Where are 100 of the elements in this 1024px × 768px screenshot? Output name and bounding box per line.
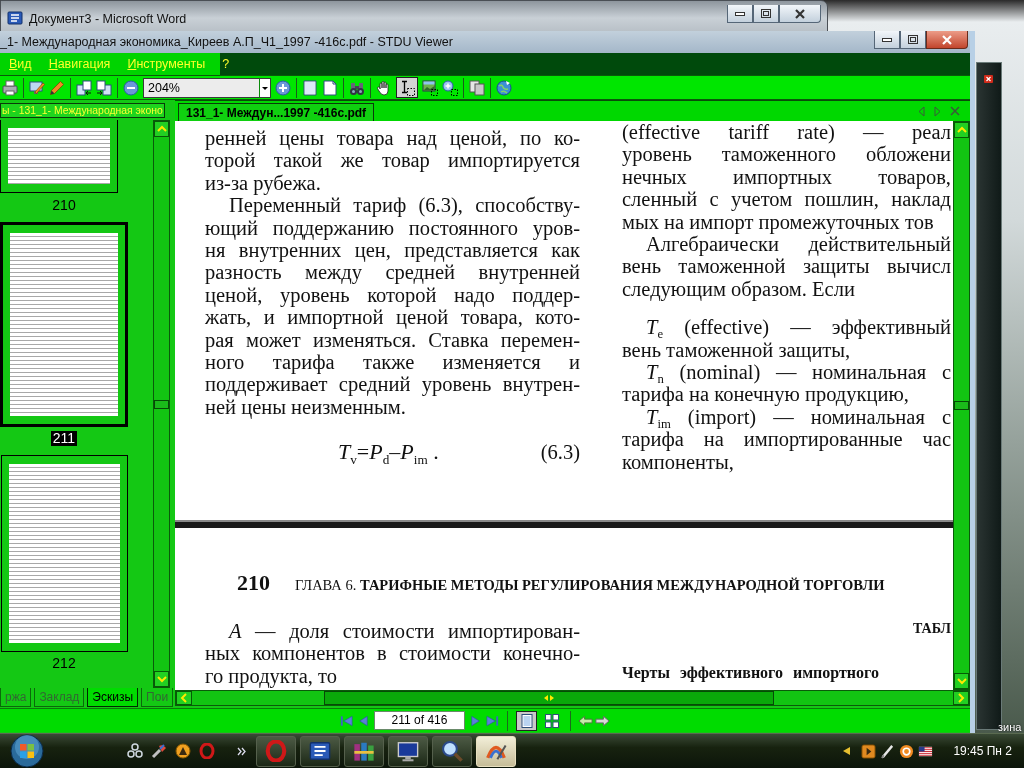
pen-icon[interactable] <box>880 743 896 759</box>
horizontal-scrollbar[interactable] <box>175 690 970 706</box>
pages-arrow-icon <box>96 79 112 96</box>
single-page-icon <box>518 712 535 729</box>
chevron-right-icon <box>957 693 965 703</box>
paragraph: Переменный тариф (6.3), способству- ющий поддержанию постоянного уров- ня внутренних цен, представляется как разность между средней внутренней ценой, уровень которой надо поддер- жать, и импортной ценой товара, кото- рая может изменяться. Ставка перемен- ного тарифа также изменяется и поддерживает средний уровень внутрен- ней цены неизменным. <box>205 194 580 419</box>
single-view-button[interactable] <box>516 710 537 731</box>
scroll-up-button[interactable] <box>154 121 169 137</box>
taskbar-button[interactable] <box>388 735 428 767</box>
clock[interactable]: 19:45 Пн 2 <box>953 744 1012 758</box>
grip-icon <box>544 695 554 701</box>
triangle-right-icon[interactable] <box>934 105 941 117</box>
table-title: Черты эффективного импортного <box>622 663 880 683</box>
vertical-scrollbar[interactable] <box>153 120 170 688</box>
zoom-in-button[interactable] <box>273 77 293 98</box>
zoom-out-button[interactable] <box>121 77 141 98</box>
play-icon[interactable] <box>861 743 877 759</box>
network-icon[interactable] <box>127 743 143 759</box>
equation-number: (6.3) <box>540 440 580 465</box>
scroll-thumb[interactable] <box>324 691 774 705</box>
ring-icon[interactable] <box>199 743 215 759</box>
close-icon <box>941 34 953 45</box>
triangle-disc-icon[interactable] <box>175 743 191 759</box>
window-title: _1- Международная экономика_Киреев А.П_Ч1_1997 -416c.pdf - STDU Viewer <box>0 34 453 51</box>
close-button[interactable] <box>779 5 821 23</box>
scroll-left-button[interactable] <box>176 691 192 705</box>
document-icon <box>7 10 23 26</box>
brush-icon[interactable] <box>151 743 167 759</box>
chevron-left-icon <box>180 693 188 703</box>
close-icon[interactable] <box>950 106 960 116</box>
page-number-label: 210 <box>51 198 77 213</box>
copy-button[interactable] <box>467 77 487 98</box>
formula: T$_{v}$=P$_{d}$–P$_{im}$ . <box>338 440 439 465</box>
vertical-scrollbar[interactable] <box>953 121 970 690</box>
page-number: 210 <box>237 570 271 596</box>
magnifier-icon <box>441 740 463 762</box>
pages-arrow-icon <box>76 79 92 96</box>
paragraph: T$_{n}$ (nominal) — номинальная с тарифа на конечную продукцию, <box>622 361 951 406</box>
minimize-button[interactable] <box>727 5 753 23</box>
caret-icon[interactable] <box>259 78 270 97</box>
scroll-up-button[interactable] <box>954 122 969 138</box>
picture-icon <box>422 79 438 96</box>
scroll-down-button[interactable] <box>154 671 169 687</box>
zoom-in-icon <box>275 79 291 96</box>
scroll-down-button[interactable] <box>954 673 969 689</box>
page-wide-button[interactable] <box>320 77 340 98</box>
monitor-pencil-icon <box>29 79 45 96</box>
snapshot-button[interactable] <box>420 77 440 98</box>
document-tab[interactable]: 131_1- Междун...1997 -416c.pdf <box>178 103 375 121</box>
maximize-icon <box>908 35 918 44</box>
hand-icon <box>376 79 392 96</box>
taskbar-button[interactable] <box>432 735 472 767</box>
page-thumbnail[interactable] <box>0 222 128 427</box>
menu-item[interactable]: ? <box>222 56 230 72</box>
chevron-down-icon <box>956 677 967 685</box>
window-title: Документ3 - Microsoft Word <box>29 11 187 27</box>
page-number-field[interactable]: 211 of 416 <box>374 711 465 730</box>
swirl-icon[interactable] <box>899 743 915 759</box>
double-chevron-icon[interactable] <box>237 746 246 756</box>
minimize-icon <box>735 11 745 16</box>
text-select-button[interactable] <box>396 77 418 98</box>
page-single-button[interactable] <box>300 77 320 98</box>
panel-tab[interactable]: Эскизы <box>87 688 139 707</box>
copy-icon <box>469 79 485 96</box>
paragraph: Алгебраически действительный вень таможенной защиты вычисл следующим образом. Если <box>622 233 951 301</box>
page-icon <box>322 79 338 96</box>
zoom-field[interactable]: 204% <box>143 77 271 98</box>
print-button[interactable] <box>0 77 20 98</box>
paragraph: T$_{im}$ (import) — номинальная с тарифа на импортированные час компоненты, <box>622 405 951 474</box>
table-label: ТАБЛ <box>911 620 951 638</box>
monitor-icon <box>397 740 419 762</box>
ring-icon <box>265 740 287 762</box>
close-button[interactable] <box>926 31 968 49</box>
triangle-left-icon[interactable] <box>918 105 925 117</box>
pages-left-button[interactable] <box>74 77 94 98</box>
pages-right-button[interactable] <box>94 77 114 98</box>
update-button[interactable] <box>494 77 514 98</box>
page-thumbnail[interactable] <box>0 120 118 193</box>
scroll-thumb[interactable] <box>954 401 969 410</box>
desktop-icon-label[interactable]: зина <box>998 721 1022 734</box>
page-icon <box>302 79 318 96</box>
taskbar-button[interactable] <box>344 735 384 767</box>
triangle-right-icon <box>468 712 483 729</box>
globe-icon <box>496 79 512 96</box>
minimize-button[interactable] <box>874 31 900 49</box>
maximize-button[interactable] <box>753 5 779 23</box>
chevron-up-icon <box>156 125 167 133</box>
scroll-right-button[interactable] <box>953 691 969 705</box>
chevron-down-icon <box>156 675 167 683</box>
paragraph: T$_{e}$ (effective) — эффективный вень таможенной защиты, <box>622 316 951 362</box>
scroll-thumb[interactable] <box>154 399 169 409</box>
minimize-icon <box>882 37 892 42</box>
printer-icon <box>2 79 18 96</box>
zoom-area-button[interactable] <box>440 77 460 98</box>
show-hidden-icons-icon[interactable] <box>842 746 852 756</box>
start-button[interactable] <box>9 733 45 768</box>
taskbar-button[interactable] <box>300 735 340 767</box>
page-thumbnail[interactable] <box>0 455 128 652</box>
running-head: ГЛАВА 6. ТАРИФНЫЕ МЕТОДЫ РЕГУЛИРОВАНИЯ МЕЖДУНАРОДНОЙ ТОРГОВЛИ <box>295 576 885 595</box>
maximize-button[interactable] <box>900 31 926 49</box>
